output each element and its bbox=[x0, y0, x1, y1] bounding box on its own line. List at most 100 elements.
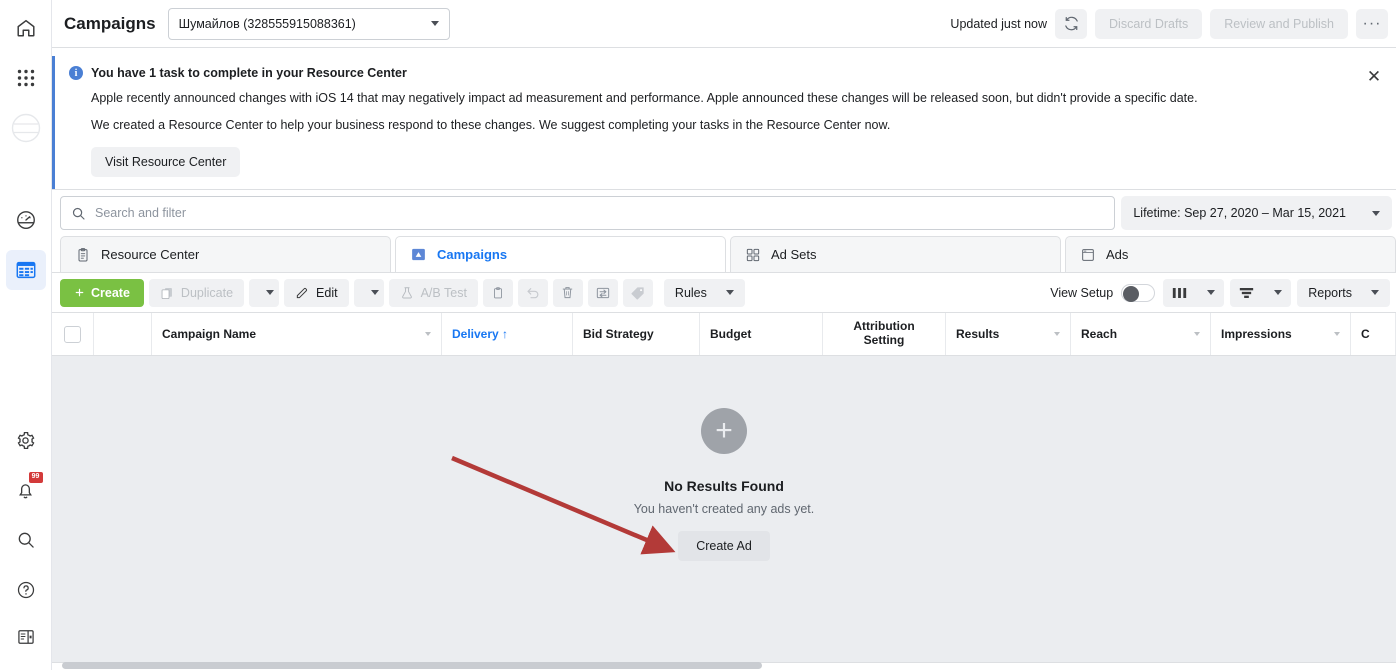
table-body: + No Results Found You haven't created a… bbox=[52, 356, 1396, 670]
tab-ad-sets[interactable]: Ad Sets bbox=[730, 236, 1061, 273]
refresh-button[interactable] bbox=[1055, 8, 1088, 39]
duplicate-icon bbox=[161, 287, 172, 299]
toolbar-right-group: View Setup Reports bbox=[1050, 278, 1390, 307]
col-cost-truncated[interactable]: C bbox=[1351, 313, 1396, 356]
action-toolbar: Create Duplicate Edit A/B Test Rules Vie… bbox=[52, 272, 1396, 313]
reports-button[interactable]: Reports bbox=[1297, 278, 1390, 307]
help-icon[interactable] bbox=[6, 570, 46, 610]
search-input-placeholder: Search and filter bbox=[95, 206, 187, 221]
review-and-publish-button[interactable]: Review and Publish bbox=[1210, 8, 1348, 39]
chevron-down-icon bbox=[266, 290, 275, 296]
col-campaign-name[interactable]: Campaign Name bbox=[152, 313, 442, 356]
empty-state-subtitle: You haven't created any ads yet. bbox=[633, 502, 815, 517]
col-results[interactable]: Results bbox=[946, 313, 1071, 356]
notice-wrapper: i You have 1 task to complete in your Re… bbox=[52, 48, 1396, 190]
notice-title: You have 1 task to complete in your Reso… bbox=[91, 66, 407, 80]
bell-icon[interactable]: 99 bbox=[6, 470, 46, 510]
duplicate-button-label: Duplicate bbox=[180, 285, 234, 300]
clipboard-copy-icon bbox=[493, 286, 502, 299]
view-setup-label: View Setup bbox=[1050, 285, 1114, 300]
col-impressions[interactable]: Impressions bbox=[1211, 313, 1351, 356]
close-icon[interactable]: ✕ bbox=[1364, 66, 1384, 86]
trash-icon bbox=[563, 287, 573, 299]
more-options-button[interactable]: ··· bbox=[1356, 8, 1388, 39]
tag-button[interactable] bbox=[622, 278, 653, 307]
horizontal-scrollbar-track[interactable] bbox=[52, 662, 1396, 670]
dashboard-gauge-icon[interactable] bbox=[6, 200, 46, 240]
chevron-down-icon bbox=[725, 290, 734, 296]
campaigns-table: Campaign Name Delivery ↑ Bid Strategy Bu… bbox=[52, 312, 1396, 670]
edit-button[interactable]: Edit bbox=[284, 278, 349, 307]
gear-icon[interactable] bbox=[6, 420, 46, 460]
updated-status: Updated just now bbox=[950, 16, 1048, 31]
search-and-filter-field[interactable]: Search and filter bbox=[60, 196, 1116, 231]
date-range-selector[interactable]: Lifetime: Sep 27, 2020 – Mar 15, 2021 bbox=[1121, 196, 1392, 231]
undo-icon bbox=[527, 287, 539, 299]
ads-manager-page: 99 Campaigns Шумайлов (328555915088361) … bbox=[0, 0, 1396, 670]
tab-ads[interactable]: Ads bbox=[1065, 236, 1396, 273]
reports-button-label: Reports bbox=[1308, 285, 1352, 300]
duplicate-dropdown-button[interactable] bbox=[249, 278, 280, 307]
account-selector[interactable]: Шумайлов (328555915088361) bbox=[167, 7, 450, 40]
apps-grid-icon[interactable] bbox=[6, 58, 46, 98]
ellipsis-icon: ··· bbox=[1362, 14, 1382, 32]
undo-button[interactable] bbox=[517, 278, 548, 307]
create-button-label: Create bbox=[91, 285, 130, 300]
empty-state: + No Results Found You haven't created a… bbox=[52, 408, 1396, 562]
tab-label: Ad Sets bbox=[771, 247, 817, 263]
tab-campaigns[interactable]: Campaigns bbox=[395, 236, 726, 273]
chevron-down-icon bbox=[1372, 210, 1380, 216]
discard-drafts-button[interactable]: Discard Drafts bbox=[1095, 8, 1203, 39]
avatar-circle-icon[interactable] bbox=[6, 108, 46, 148]
col-attribution-setting[interactable]: Attribution Setting bbox=[823, 313, 946, 356]
create-button[interactable]: Create bbox=[60, 278, 144, 307]
ab-test-button-label: A/B Test bbox=[420, 285, 467, 300]
resource-center-notice: i You have 1 task to complete in your Re… bbox=[52, 56, 1396, 190]
visit-resource-center-button[interactable]: Visit Resource Center bbox=[91, 147, 241, 178]
delete-button[interactable] bbox=[552, 278, 583, 307]
column-label: Reach bbox=[1081, 327, 1118, 342]
chevron-down-icon bbox=[1334, 332, 1340, 337]
col-reach[interactable]: Reach bbox=[1071, 313, 1211, 356]
flask-icon bbox=[401, 287, 412, 299]
col-budget[interactable]: Budget bbox=[700, 313, 823, 356]
column-label: Attribution Setting bbox=[853, 319, 915, 348]
plus-icon bbox=[75, 288, 84, 297]
panel-toggle-icon[interactable] bbox=[6, 620, 46, 660]
search-row: Search and filter Lifetime: Sep 27, 2020… bbox=[52, 189, 1396, 237]
breakdown-button[interactable] bbox=[1230, 278, 1292, 307]
col-bid-strategy[interactable]: Bid Strategy bbox=[573, 313, 700, 356]
columns-button[interactable] bbox=[1163, 278, 1225, 307]
view-setup-toggle[interactable] bbox=[1121, 283, 1156, 302]
home-icon[interactable] bbox=[6, 8, 46, 48]
create-ad-button[interactable]: Create Ad bbox=[678, 531, 770, 562]
rules-button[interactable]: Rules bbox=[663, 278, 745, 307]
table-header-row: Campaign Name Delivery ↑ Bid Strategy Bu… bbox=[52, 312, 1396, 357]
pencil-icon bbox=[296, 287, 308, 298]
column-label: Impressions bbox=[1221, 327, 1292, 342]
ab-test-button[interactable]: A/B Test bbox=[388, 278, 478, 307]
horizontal-scrollbar-thumb[interactable] bbox=[62, 662, 762, 669]
search-icon[interactable] bbox=[6, 520, 46, 560]
campaign-flag-icon bbox=[412, 249, 425, 261]
adsets-grid-icon bbox=[746, 248, 760, 261]
edit-dropdown-button[interactable] bbox=[353, 278, 384, 307]
view-setup-control[interactable]: View Setup bbox=[1050, 283, 1157, 302]
select-all-cell[interactable] bbox=[52, 313, 94, 356]
toggle-knob bbox=[1123, 285, 1140, 302]
select-all-checkbox[interactable] bbox=[64, 325, 81, 343]
column-label: Results bbox=[956, 327, 1000, 342]
tab-label: Campaigns bbox=[437, 247, 508, 263]
top-bar-actions: Updated just now Discard Drafts Review a… bbox=[950, 8, 1388, 39]
tab-label: Ads bbox=[1106, 247, 1129, 263]
notice-heading-row: i You have 1 task to complete in your Re… bbox=[69, 66, 1356, 80]
ads-manager-table-icon[interactable] bbox=[5, 250, 46, 290]
chevron-down-icon bbox=[370, 290, 379, 296]
copy-button[interactable] bbox=[482, 278, 513, 307]
duplicate-button[interactable]: Duplicate bbox=[148, 278, 245, 307]
col-delivery[interactable]: Delivery ↑ bbox=[442, 313, 573, 356]
page-title: Campaigns bbox=[64, 13, 156, 33]
notice-paragraph-1: Apple recently announced changes with iO… bbox=[91, 91, 1198, 105]
export-button[interactable] bbox=[587, 278, 618, 307]
tab-resource-center[interactable]: Resource Center bbox=[60, 236, 391, 273]
